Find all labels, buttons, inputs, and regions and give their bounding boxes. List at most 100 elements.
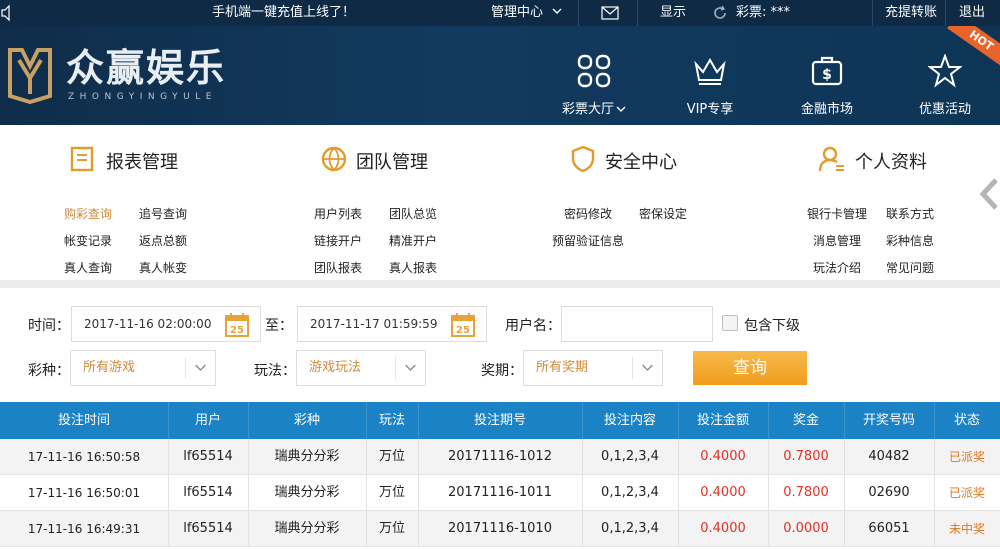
column-divider — [934, 402, 935, 439]
topbar-divider — [637, 0, 638, 26]
menu-link-live-report[interactable]: 真人报表 — [389, 259, 437, 276]
menu-link-live-query[interactable]: 真人查询 — [64, 259, 112, 276]
table-row[interactable]: 17-11-16 16:50:01 lf65514 瑞典分分彩 万位 20171116-… — [0, 475, 1000, 511]
menu-link-precise-account[interactable]: 精准开户 — [389, 232, 437, 249]
promo-text[interactable]: 手机端一键充值上线了！ — [212, 0, 355, 26]
menu-link-account-changes[interactable]: 帐变记录 — [64, 232, 112, 249]
menu-link-chase-query[interactable]: 追号查询 — [139, 205, 187, 222]
nav-promotions[interactable]: 优惠活动 — [890, 54, 1000, 117]
cell-draw-number: 40482 — [868, 449, 910, 464]
cell-period: 20171116-1010 — [448, 521, 552, 536]
show-balance-button[interactable]: 显示 — [660, 0, 686, 26]
lottery-select[interactable]: 所有游戏 — [70, 350, 216, 386]
cell-status: 已派奖 — [948, 450, 985, 464]
column-header-period: 投注期号 — [473, 413, 526, 428]
period-select[interactable]: 所有奖期 — [523, 350, 663, 386]
column-divider — [934, 439, 935, 475]
end-time-input[interactable]: 2017-11-17 01:59:59 25 — [297, 306, 487, 342]
chevron-left-icon[interactable] — [978, 177, 1000, 211]
menu-link-live-account[interactable]: 真人帐变 — [139, 259, 187, 276]
column-divider — [248, 475, 249, 511]
calendar-icon[interactable]: 25 — [224, 312, 250, 338]
include-sub-label: 包含下级 — [744, 318, 800, 334]
start-time-input[interactable]: 2017-11-16 02:00:00 25 — [71, 306, 261, 342]
period-select-value: 所有奖期 — [536, 360, 589, 375]
cell-prize: 0.7800 — [783, 449, 829, 464]
brand-subtitle: ZHONGYINGYULE — [68, 92, 217, 102]
table-row[interactable]: 17-11-16 16:50:58 lf65514 瑞典分分彩 万位 20171116-… — [0, 439, 1000, 475]
nav-lottery-hall-label: 彩票大厅 — [561, 102, 614, 117]
column-divider — [844, 402, 845, 439]
svg-text:$: $ — [822, 67, 832, 83]
column-divider — [768, 511, 769, 547]
nav-promotions-label: 优惠活动 — [918, 102, 971, 117]
column-divider — [168, 402, 169, 439]
cell-draw-number: 66051 — [868, 521, 910, 536]
nav-lottery-hall[interactable]: 彩票大厅 — [539, 54, 649, 117]
include-sub-checkbox[interactable] — [722, 315, 738, 331]
calendar-icon[interactable]: 25 — [450, 312, 476, 338]
menu-link-purchase-query[interactable]: 购彩查询 — [64, 205, 112, 222]
nav-vip[interactable]: VIP专享 — [655, 54, 765, 117]
column-divider — [844, 475, 845, 511]
menu-link-team-overview[interactable]: 团队总览 — [389, 205, 437, 222]
query-filter: 时间： 2017-11-16 02:00:00 25 至： 2017-11-17… — [0, 288, 1000, 402]
cell-prize: 0.0000 — [783, 521, 829, 536]
nav-vip-label: VIP专享 — [686, 102, 734, 117]
brand-logo-icon[interactable] — [6, 46, 54, 104]
deposit-withdraw-link[interactable]: 充提转账 — [885, 0, 937, 26]
account-menu: 报表管理 购彩查询 追号查询 帐变记录 返点总额 真人查询 真人帐变 团队管理 … — [0, 125, 1000, 280]
menu-link-play-intro[interactable]: 玩法介绍 — [813, 259, 861, 276]
column-divider — [582, 475, 583, 511]
query-button[interactable]: 查询 — [693, 351, 807, 385]
mail-icon[interactable] — [601, 0, 619, 26]
column-divider — [248, 402, 249, 439]
username-input[interactable] — [561, 306, 713, 342]
logout-link[interactable]: 退出 — [959, 0, 985, 26]
cell-time: 17-11-16 16:50:01 — [27, 486, 141, 500]
column-divider — [582, 511, 583, 547]
cell-status: 已派奖 — [948, 486, 985, 500]
refresh-icon[interactable] — [712, 0, 728, 26]
play-select[interactable]: 游戏玩法 — [296, 350, 426, 386]
table-row[interactable]: 17-11-16 16:49:31 lf65514 瑞典分分彩 万位 20171116-… — [0, 511, 1000, 547]
column-divider — [366, 511, 367, 547]
topbar-divider — [872, 0, 873, 26]
lottery-select-value: 所有游戏 — [83, 360, 136, 375]
menu-link-security-question[interactable]: 密保设定 — [639, 205, 687, 222]
column-header-prize: 奖金 — [792, 413, 819, 428]
menu-link-reserved-verification[interactable]: 预留验证信息 — [552, 232, 624, 249]
chevron-down-icon — [552, 8, 562, 14]
star-icon — [928, 54, 962, 88]
nav-finance-label: 金融市场 — [800, 102, 853, 117]
menu-link-user-list[interactable]: 用户列表 — [314, 205, 362, 222]
menu-link-link-account[interactable]: 链接开户 — [314, 232, 362, 249]
speaker-icon — [0, 0, 14, 26]
chevron-down-icon — [185, 357, 206, 379]
menu-link-contact[interactable]: 联系方式 — [886, 205, 934, 222]
period-label: 奖期： — [481, 363, 523, 379]
brand-name[interactable]: 众赢娱乐 — [66, 46, 226, 90]
column-divider — [844, 511, 845, 547]
management-center-menu[interactable]: 管理中心 — [491, 0, 563, 26]
column-divider — [844, 439, 845, 475]
column-divider — [582, 439, 583, 475]
column-divider — [678, 511, 679, 547]
menu-link-rebate-total[interactable]: 返点总额 — [139, 232, 187, 249]
cell-user: lf65514 — [183, 521, 233, 536]
column-divider — [168, 511, 169, 547]
column-header-amount: 投注金额 — [696, 413, 749, 428]
menu-link-faq[interactable]: 常见问题 — [886, 259, 934, 276]
cell-lottery: 瑞典分分彩 — [274, 449, 340, 464]
menu-link-bank-card[interactable]: 银行卡管理 — [807, 205, 867, 222]
menu-link-lottery-info[interactable]: 彩种信息 — [886, 232, 934, 249]
menu-link-password-change[interactable]: 密码修改 — [564, 205, 612, 222]
menu-link-team-report[interactable]: 团队报表 — [314, 259, 362, 276]
play-select-value: 游戏玩法 — [309, 360, 362, 375]
column-divider — [168, 475, 169, 511]
menu-link-messages[interactable]: 消息管理 — [813, 232, 861, 249]
cell-status: 未中奖 — [948, 522, 985, 536]
username-label: 用户名： — [505, 318, 561, 334]
nav-finance[interactable]: $ 金融市场 — [772, 54, 882, 117]
management-center-label: 管理中心 — [491, 5, 544, 20]
